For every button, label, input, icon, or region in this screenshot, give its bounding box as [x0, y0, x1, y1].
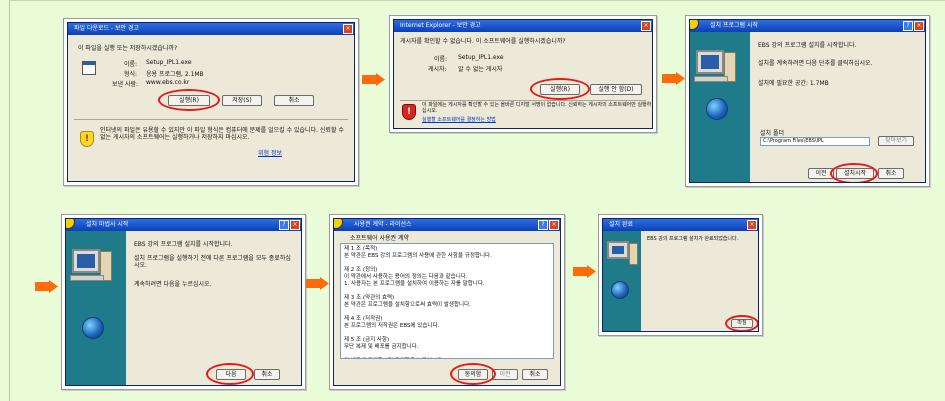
- help-icon[interactable]: ?: [279, 220, 289, 230]
- wizard-banner: [603, 231, 641, 331]
- divider: [74, 119, 348, 120]
- step6-line1: EBS 강의 프로그램 설치가 완료되었습니다.: [647, 236, 739, 242]
- warning-shield-icon: !: [402, 104, 416, 120]
- step6-screenshot: 설치 완료 × EBS 강의 프로그램 설치가 완료되었습니다. 마침: [598, 214, 763, 336]
- step5-titlebar: 사용권 계약 - 라이선스 ? ×: [334, 219, 560, 231]
- step1-name-value: Setup_IPL1.exe: [146, 59, 192, 66]
- arrow-right-icon: [362, 73, 385, 86]
- keyboard-icon: [694, 76, 728, 82]
- step2-warning: 이 파일에는 게시자를 확인할 수 있는 올바른 디지털 서명이 없습니다. 신…: [422, 102, 652, 114]
- cancel-button[interactable]: 취소: [274, 95, 314, 106]
- dont-run-button[interactable]: 실행 안 함(D): [590, 84, 642, 95]
- license-heading: 소프트웨어 사용권 계약: [350, 235, 410, 242]
- install-folder-field[interactable]: C:\Program Files\EBS\IPL: [760, 137, 870, 146]
- step4-line2: 설치 프로그램을 실행하기 전에 다른 프로그램을 모두 종료하십시오.: [134, 255, 291, 269]
- step2-question: 게시자를 확인할 수 없습니다. 이 소프트웨어를 실행하시겠습니까?: [400, 38, 566, 45]
- close-icon[interactable]: ×: [549, 220, 559, 230]
- step1-dialog: 파일 다운로드 - 보안 경고 × 이 파일을 실행 또는 저장하시겠습니까? …: [67, 22, 355, 182]
- help-icon[interactable]: ?: [538, 220, 548, 230]
- warning-shield-icon: !: [80, 131, 94, 147]
- license-text-area[interactable]: 제 1 조 (목적) 본 약관은 EBS 강의 프로그램의 사용에 관한 사항을…: [340, 243, 554, 359]
- wizard-banner: [690, 32, 750, 182]
- cancel-button[interactable]: 취소: [522, 369, 548, 380]
- run-button[interactable]: 실행(R): [540, 84, 580, 95]
- step1-titlebar: 파일 다운로드 - 보안 경고 ×: [68, 23, 354, 35]
- cancel-button[interactable]: 취소: [254, 369, 280, 380]
- step3-line2: 설치를 계속하려면 다음 단추를 클릭하십시오.: [758, 60, 873, 67]
- close-icon[interactable]: ×: [914, 21, 924, 31]
- step2-dialog: Internet Explorer - 보안 경고 × 게시자를 확인할 수 없…: [393, 19, 653, 129]
- step6-dialog: 설치 완료 × EBS 강의 프로그램 설치가 완료되었습니다. 마침: [602, 218, 759, 332]
- agree-button[interactable]: 동의함: [458, 369, 488, 380]
- step3-dialog: 설치 프로그램 시작 ? × EBS 강의 프로그램 설치를 시작합니다. 설치…: [689, 19, 926, 183]
- step3-screenshot: 설치 프로그램 시작 ? × EBS 강의 프로그램 설치를 시작합니다. 설치…: [685, 15, 930, 187]
- close-icon[interactable]: ×: [290, 220, 300, 230]
- help-icon[interactable]: ?: [903, 21, 913, 31]
- step1-from-value: www.ebs.co.kr: [146, 79, 190, 86]
- close-icon[interactable]: ×: [343, 24, 353, 34]
- step2-title: Internet Explorer - 보안 경고: [400, 22, 481, 29]
- step2-name-value: Setup_IPL1.exe: [458, 54, 504, 61]
- step5-dialog: 사용권 계약 - 라이선스 ? × 소프트웨어 사용권 계약 제 1 조 (목적…: [333, 218, 561, 386]
- computer-icon: [696, 50, 724, 74]
- step3-titlebar: 설치 프로그램 시작 ? ×: [690, 20, 925, 32]
- computer-icon: [607, 241, 629, 259]
- divider: [400, 100, 646, 101]
- step6-title: 설치 완료: [609, 221, 633, 228]
- step1-warning: 인터넷의 파일은 유용할 수 있지만 이 파일 형식은 컴퓨터에 문제를 일으킬…: [100, 127, 344, 141]
- globe-icon: [706, 98, 728, 120]
- step3-line3: 설치에 필요한 공간: 1.7MB: [758, 80, 829, 87]
- finish-button[interactable]: 마침: [731, 319, 753, 328]
- save-button[interactable]: 저장(S): [222, 95, 262, 106]
- install-folder-label: 설치 폴더: [760, 130, 784, 137]
- close-icon[interactable]: ×: [641, 21, 651, 31]
- back-button[interactable]: 이전: [808, 168, 834, 179]
- step1-title: 파일 다운로드 - 보안 경고: [74, 25, 139, 32]
- step4-titlebar: 설치 마법사 시작 ? ×: [66, 219, 301, 231]
- step1-type-value: 응용 프로그램, 2.1MB: [146, 71, 204, 78]
- step1-question: 이 파일을 실행 또는 저장하시겠습니까?: [78, 45, 178, 52]
- step4-line3: 계속하려면 다음을 누르십시오.: [134, 281, 212, 288]
- computer-tower-icon: [629, 243, 638, 265]
- application-icon: [82, 61, 96, 75]
- step1-type-label: 형식:: [124, 71, 138, 78]
- step4-dialog: 설치 마법사 시작 ? × EBS 강의 프로그램 설치를 시작합니다. 설치 …: [65, 218, 302, 386]
- step5-screenshot: 사용권 계약 - 라이선스 ? × 소프트웨어 사용권 계약 제 1 조 (목적…: [329, 214, 565, 390]
- arrow-right-icon: [662, 72, 685, 85]
- arrow-right-icon: [573, 265, 596, 278]
- computer-icon: [72, 249, 100, 273]
- globe-icon: [611, 281, 629, 299]
- cancel-button[interactable]: 취소: [878, 168, 904, 179]
- step1-screenshot: 파일 다운로드 - 보안 경고 × 이 파일을 실행 또는 저장하시겠습니까? …: [63, 18, 359, 186]
- step3-title: 설치 프로그램 시작: [710, 22, 758, 29]
- step2-publisher-value: 알 수 없는 게시자: [458, 66, 503, 73]
- step3-line1: EBS 강의 프로그램 설치를 시작합니다.: [758, 42, 857, 49]
- step1-name-label: 이름:: [124, 61, 138, 68]
- step6-titlebar: 설치 완료 ×: [603, 219, 758, 231]
- next-button[interactable]: 다음: [216, 369, 246, 380]
- step2-titlebar: Internet Explorer - 보안 경고 ×: [394, 20, 652, 32]
- risk-link[interactable]: 위험 정보: [258, 148, 282, 157]
- run-button[interactable]: 실행(R): [168, 95, 210, 106]
- step2-publisher-label: 게시자:: [428, 66, 447, 73]
- step4-title: 설치 마법사 시작: [86, 221, 129, 228]
- step2-name-label: 이름:: [434, 56, 448, 63]
- step4-screenshot: 설치 마법사 시작 ? × EBS 강의 프로그램 설치를 시작합니다. 설치 …: [61, 214, 306, 390]
- browse-button[interactable]: 찾아보기: [878, 136, 914, 146]
- help-link[interactable]: 실행할 소프트웨어를 결정하는 방법: [422, 116, 496, 123]
- arrow-right-icon: [306, 277, 329, 290]
- install-start-button[interactable]: 설치시작: [836, 168, 874, 179]
- step4-line1: EBS 강의 프로그램 설치를 시작합니다.: [134, 241, 233, 248]
- wizard-banner: [66, 231, 126, 385]
- step1-from-label: 보낸 사람:: [112, 81, 139, 88]
- step5-title: 사용권 계약 - 라이선스: [354, 221, 412, 228]
- arrow-right-icon: [35, 280, 58, 293]
- globe-icon: [82, 317, 104, 339]
- back-button[interactable]: 이전: [492, 369, 518, 380]
- keyboard-icon: [70, 275, 104, 281]
- close-icon[interactable]: ×: [747, 220, 757, 230]
- step2-screenshot: Internet Explorer - 보안 경고 × 게시자를 확인할 수 없…: [389, 15, 657, 133]
